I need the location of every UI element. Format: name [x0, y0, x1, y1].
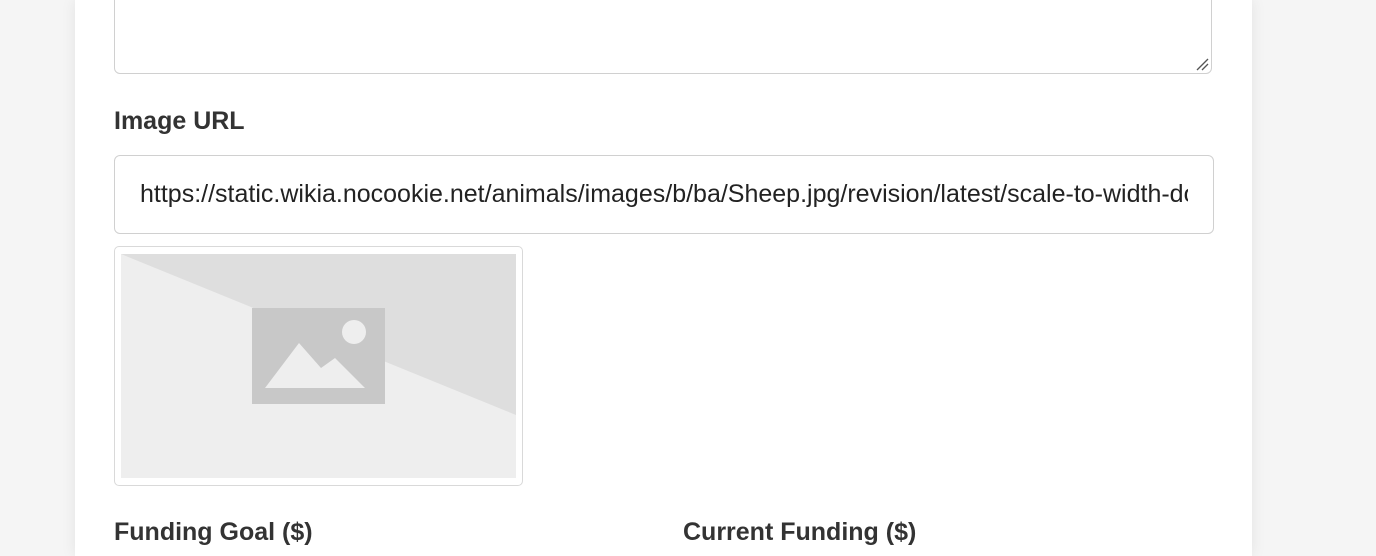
description-textarea[interactable] [114, 0, 1212, 74]
image-preview [114, 246, 523, 486]
image-placeholder-icon [121, 254, 516, 478]
current-funding-label: Current Funding ($) [683, 518, 917, 546]
image-url-label: Image URL [114, 107, 245, 135]
image-url-input[interactable] [114, 155, 1214, 234]
resize-handle-icon[interactable] [1195, 57, 1209, 71]
funding-goal-label: Funding Goal ($) [114, 518, 313, 546]
